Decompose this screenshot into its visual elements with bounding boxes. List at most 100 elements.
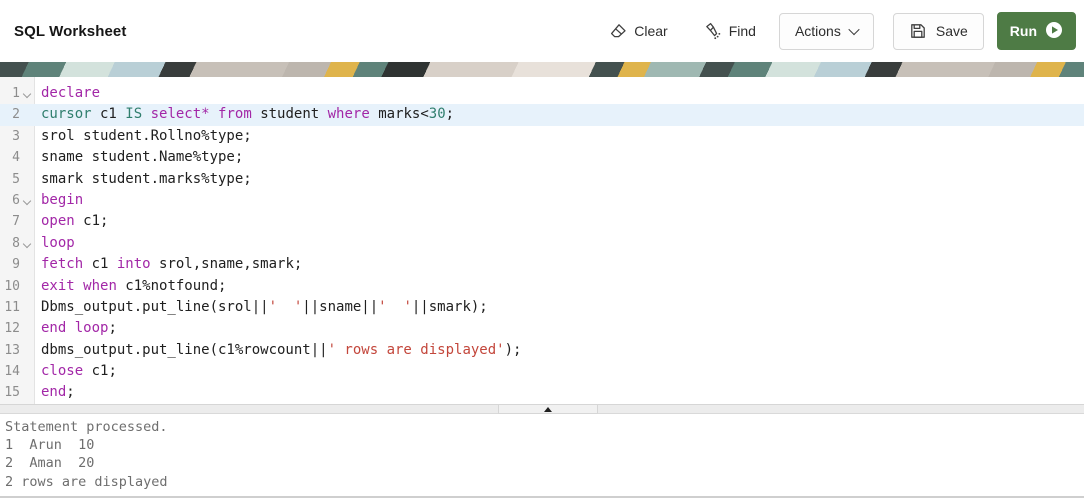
- code-line[interactable]: end;: [34, 382, 75, 403]
- code-line[interactable]: exit when c1%notfound;: [34, 276, 226, 297]
- output-line: Statement processed.: [5, 419, 168, 435]
- gutter-cell: 2: [0, 104, 34, 125]
- code-token: srol student.Rollno%type;: [41, 127, 252, 144]
- code-token: ' ': [268, 298, 303, 315]
- gutter-cell: 1: [0, 83, 34, 104]
- save-button[interactable]: Save: [892, 12, 984, 50]
- fold-chevron-icon[interactable]: [20, 190, 34, 211]
- run-button[interactable]: Run: [996, 12, 1076, 50]
- code-line-row[interactable]: 3 srol student.Rollno%type;: [0, 126, 1084, 147]
- sql-worksheet-page: SQL Worksheet Clear Find Actions Save Ru…: [0, 0, 1084, 498]
- code-line[interactable]: cursor c1 IS select* from student where …: [34, 104, 454, 125]
- code-line[interactable]: open c1;: [34, 211, 108, 232]
- line-number: 7: [12, 214, 20, 230]
- code-lines: 1 declare 2 cursor c1 IS select* from stude…: [0, 83, 1084, 404]
- code-line-row[interactable]: 15 end;: [0, 382, 1084, 403]
- code-token: end: [41, 384, 67, 401]
- code-line-row[interactable]: 14 close c1;: [0, 361, 1084, 382]
- code-line[interactable]: loop: [34, 233, 75, 254]
- gutter-cell: 12: [0, 318, 34, 339]
- code-line[interactable]: dbms_output.put_line(c1%rowcount||' rows…: [34, 340, 521, 361]
- gutter-cell: 14: [0, 361, 34, 382]
- code-line-row[interactable]: 13 dbms_output.put_line(c1%rowcount||' ro…: [0, 340, 1084, 361]
- output-line: 2 Aman 20: [5, 455, 95, 472]
- code-token: IS: [125, 106, 143, 123]
- actions-dropdown-button[interactable]: Actions: [778, 12, 874, 50]
- code-token: begin: [41, 191, 84, 208]
- code-line-row[interactable]: 2 cursor c1 IS select* from student where…: [0, 104, 1084, 126]
- code-line-row[interactable]: 10 exit when c1%notfound;: [0, 276, 1084, 297]
- decorative-banner: [0, 62, 1084, 77]
- find-button[interactable]: Find: [700, 16, 760, 46]
- code-line[interactable]: Dbms_output.put_line(srol||' '||sname||'…: [34, 297, 488, 318]
- clear-button-label: Clear: [634, 23, 668, 39]
- fold-chevron-icon[interactable]: [20, 83, 34, 104]
- code-line[interactable]: begin: [34, 190, 83, 211]
- code-line-row[interactable]: 7 open c1;: [0, 211, 1084, 232]
- line-number: 3: [12, 128, 20, 144]
- gutter-cell: 13: [0, 340, 34, 361]
- code-line-row[interactable]: 8 loop: [0, 233, 1084, 254]
- code-token: c1: [91, 106, 126, 123]
- gutter-cell: 3: [0, 126, 34, 147]
- code-token: c1;: [83, 363, 117, 380]
- code-line[interactable]: sname student.Name%type;: [34, 147, 243, 168]
- code-editor[interactable]: 1 declare 2 cursor c1 IS select* from stude…: [0, 77, 1084, 404]
- code-token: 30: [428, 106, 446, 123]
- code-line[interactable]: end loop;: [34, 318, 117, 339]
- code-token: c1%notfound;: [116, 277, 227, 294]
- code-token: dbms_output.put_line(c1%rowcount||: [41, 341, 328, 358]
- code-line[interactable]: srol student.Rollno%type;: [34, 126, 252, 147]
- run-button-label: Run: [1009, 23, 1037, 39]
- line-number: 13: [4, 342, 20, 358]
- line-number: 5: [12, 171, 20, 187]
- actions-button-label: Actions: [794, 23, 841, 39]
- eraser-icon: [609, 22, 627, 40]
- code-token: close: [41, 363, 84, 380]
- splitter-bar[interactable]: [0, 404, 1084, 414]
- code-line[interactable]: fetch c1 into srol,sname,smark;: [34, 254, 302, 275]
- code-token: c1: [83, 256, 117, 273]
- code-line-row[interactable]: 11 Dbms_output.put_line(srol||' '||sname|…: [0, 297, 1084, 318]
- line-number: 9: [12, 257, 20, 273]
- collapse-output-tab[interactable]: [498, 404, 598, 414]
- gutter-cell: 11: [0, 297, 34, 318]
- page-title: SQL Worksheet: [14, 22, 127, 40]
- code-line-row[interactable]: 4 sname student.Name%type;: [0, 147, 1084, 168]
- code-line[interactable]: declare: [34, 83, 100, 104]
- code-token: cursor: [41, 106, 92, 123]
- code-line-row[interactable]: 6 begin: [0, 190, 1084, 211]
- gutter-cell: 6: [0, 190, 34, 211]
- code-line-row[interactable]: 1 declare: [0, 83, 1084, 104]
- header-bar: SQL Worksheet Clear Find Actions Save Ru…: [0, 0, 1084, 62]
- code-line[interactable]: smark student.marks%type;: [34, 169, 252, 190]
- collapse-up-icon: [544, 406, 552, 412]
- line-number: 14: [4, 364, 20, 380]
- code-line[interactable]: close c1;: [34, 361, 117, 382]
- code-token: when: [83, 277, 117, 294]
- code-line-row[interactable]: 12 end loop;: [0, 318, 1084, 339]
- line-number: 12: [4, 321, 20, 337]
- toolbar: Clear Find Actions Save Run: [605, 12, 1076, 50]
- code-line-row[interactable]: 9 fetch c1 into srol,sname,smark;: [0, 254, 1084, 275]
- line-number: 15: [4, 385, 20, 401]
- code-token: end: [41, 320, 67, 337]
- floppy-disk-icon: [909, 22, 927, 40]
- output-line: 2 rows are displayed: [5, 473, 168, 490]
- clear-button[interactable]: Clear: [605, 16, 671, 46]
- code-line-row[interactable]: 5 smark student.marks%type;: [0, 169, 1084, 190]
- play-circle-icon: [1045, 21, 1063, 42]
- code-token: open: [41, 213, 75, 230]
- code-token: exit: [41, 277, 75, 294]
- code-token: ||sname||: [302, 298, 379, 315]
- fold-chevron-icon[interactable]: [20, 233, 34, 254]
- code-token: into: [116, 256, 151, 273]
